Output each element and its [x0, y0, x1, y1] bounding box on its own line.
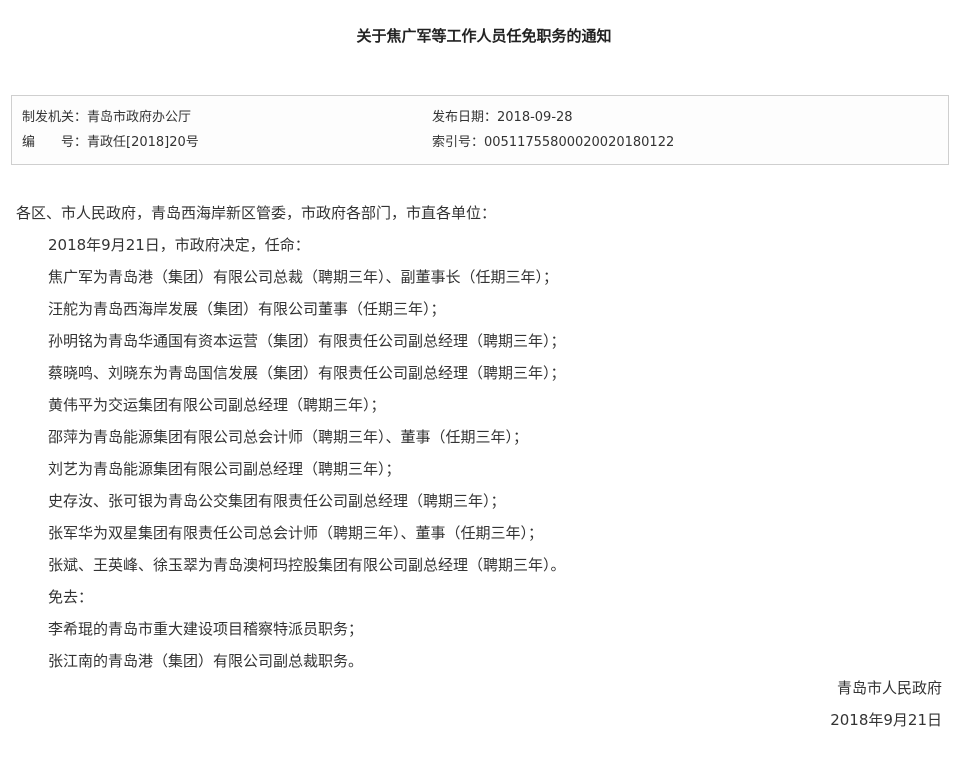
body-paragraph: 汪舵为青岛西海岸发展（集团）有限公司董事（任期三年）； [48, 300, 446, 318]
body-paragraph: 李希琨的青岛市重大建设项目稽察特派员职务； [48, 620, 364, 638]
document-metadata-box: 制发机关：青岛市政府办公厅 发布日期：2018-09-28 编 号：青政任[20… [11, 95, 949, 165]
index-number-value: 00511755800020020180122 [484, 135, 675, 150]
body-paragraph: 2018年9月21日，市政府决定，任命： [48, 236, 310, 254]
body-paragraph: 史存汝、张可银为青岛公交集团有限责任公司副总经理（聘期三年）； [48, 492, 506, 510]
body-paragraph: 免去： [48, 588, 94, 606]
body-paragraph: 邵萍为青岛能源集团有限公司总会计师（聘期三年）、董事（任期三年）； [48, 428, 529, 446]
signature-block: 青岛市人民政府 2018年9月21日 [830, 672, 942, 736]
issuer-label: 制发机关： [22, 110, 88, 125]
issuer-row: 制发机关：青岛市政府办公厅 [22, 108, 191, 128]
signature-org: 青岛市人民政府 [836, 679, 942, 697]
body-paragraph: 张江南的青岛港（集团）有限公司副总裁职务。 [48, 652, 364, 670]
doc-number-row: 编 号：青政任[2018]20号 [22, 133, 199, 153]
publish-date-row: 发布日期：2018-09-28 [432, 108, 573, 128]
doc-number-value: 青政任[2018]20号 [87, 135, 199, 150]
body-paragraph: 刘艺为青岛能源集团有限公司副总经理（聘期三年）； [48, 460, 401, 478]
body-paragraph: 孙明铭为青岛华通国有资本运营（集团）有限责任公司副总经理（聘期三年）； [48, 332, 566, 350]
body-paragraph: 张斌、王英峰、徐玉翠为青岛澳柯玛控股集团有限公司副总经理（聘期三年）。 [48, 556, 566, 574]
doc-number-label: 编 号： [22, 135, 88, 150]
signature-date: 2018年9月21日 [830, 711, 942, 729]
body-paragraph: 蔡晓鸣、刘晓东为青岛国信发展（集团）有限责任公司副总经理（聘期三年）； [48, 364, 566, 382]
issuer-value: 青岛市政府办公厅 [87, 110, 192, 125]
salutation: 各区、市人民政府，青岛西海岸新区管委，市政府各部门，市直各单位： [16, 204, 497, 222]
index-number-label: 索引号： [432, 135, 485, 150]
publish-date-label: 发布日期： [432, 110, 498, 125]
body-paragraph: 张军华为双星集团有限责任公司总会计师（聘期三年）、董事（任期三年）； [48, 524, 544, 542]
body-paragraph: 焦广军为青岛港（集团）有限公司总裁（聘期三年）、副董事长（任期三年）； [48, 268, 559, 286]
index-number-row: 索引号：00511755800020020180122 [432, 133, 674, 153]
page-title: 关于焦广军等工作人员任免职务的通知 [356, 27, 612, 45]
document-body: 各区、市人民政府，青岛西海岸新区管委，市政府各部门，市直各单位： 2018年9月… [16, 197, 951, 677]
body-paragraph: 黄伟平为交运集团有限公司副总经理（聘期三年）； [48, 396, 386, 414]
publish-date-value: 2018-09-28 [497, 110, 573, 125]
